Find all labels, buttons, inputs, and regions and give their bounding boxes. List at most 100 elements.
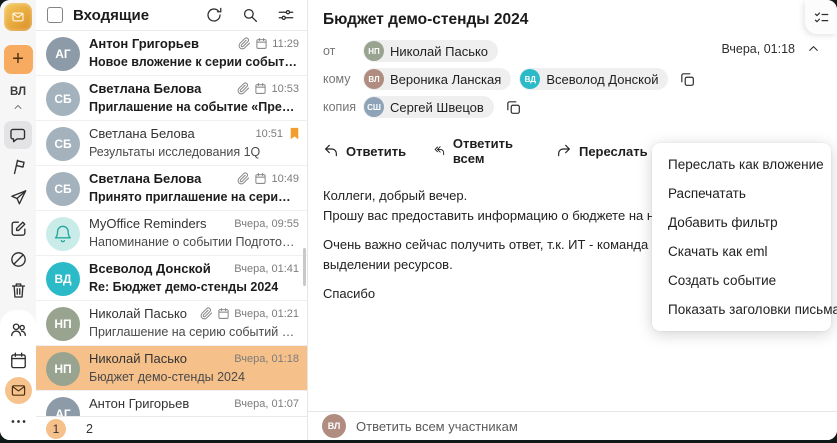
refresh-icon[interactable] bbox=[205, 6, 223, 24]
message-time: 10:49 bbox=[271, 172, 299, 185]
copy-recipients-icon[interactable] bbox=[679, 71, 696, 88]
folder-trash-button[interactable] bbox=[4, 276, 32, 304]
list-item[interactable]: АГ Антон Григорьев 11:29 Новое вложение к с… bbox=[36, 31, 307, 76]
message-subject: Принято приглашение на серию событий «..… bbox=[89, 190, 299, 204]
list-item[interactable]: СБ Светлана Белова 10:51 Результаты исследо… bbox=[36, 121, 307, 166]
sender-name: Николай Пасько bbox=[89, 306, 188, 321]
message-subject: Новое вложение к серии событий «Аналити.… bbox=[89, 55, 299, 69]
people-icon bbox=[9, 320, 28, 339]
calendar-icon bbox=[9, 351, 28, 370]
mail-date: Вчера, 01:18 bbox=[721, 41, 795, 56]
more-apps-button[interactable] bbox=[4, 407, 32, 435]
more-actions-menu: Переслать как вложение Распечатать Добавит… bbox=[652, 143, 837, 331]
block-icon bbox=[9, 250, 28, 269]
list-item[interactable]: НП Николай Пасько Вчера, 01:18 Бюджет демо-… bbox=[36, 346, 307, 391]
message-list-pane: Входящие АГ Антон Григорьев 11:29 Новое вло… bbox=[36, 0, 308, 440]
logo-envelope-icon bbox=[11, 10, 25, 24]
recipient-chip[interactable]: ВД Всеволод Донской bbox=[519, 68, 669, 90]
message-time: 10:51 bbox=[255, 127, 283, 140]
calendar-icon bbox=[254, 82, 267, 95]
from-chips: НП Николай Пасько bbox=[363, 40, 506, 62]
list-item[interactable]: MyOffice Reminders Вчера, 09:55 Напоминани… bbox=[36, 211, 307, 256]
compose-new-button[interactable]: + bbox=[3, 45, 33, 74]
bookmark-flag-icon bbox=[287, 126, 302, 141]
folder-title: Входящие bbox=[73, 6, 150, 24]
account-collapse-icon[interactable] bbox=[12, 101, 24, 113]
checklist-icon bbox=[813, 9, 830, 26]
message-subject: Бюджет демо-стенды 2024 bbox=[89, 370, 245, 384]
select-all-checkbox[interactable] bbox=[47, 7, 63, 23]
menu-item[interactable]: Показать заголовки письма bbox=[652, 295, 837, 324]
folder-flagged-button[interactable] bbox=[4, 152, 32, 180]
inbox-icon bbox=[9, 126, 28, 145]
avatar: ВЛ bbox=[322, 414, 346, 438]
avatar: СБ bbox=[46, 127, 80, 161]
mail-meta: от НП Николай Пасько кому ВЛ Вероника Ланс… bbox=[308, 38, 837, 118]
avatar: ВД bbox=[520, 69, 541, 89]
sender-name: Антон Григорьев bbox=[89, 396, 190, 411]
menu-item[interactable]: Скачать как eml bbox=[652, 237, 831, 266]
copy-cc-icon[interactable] bbox=[505, 99, 522, 116]
search-icon[interactable] bbox=[241, 6, 259, 24]
forward-button[interactable]: Переслать bbox=[556, 143, 648, 159]
message-time: 10:53 bbox=[271, 82, 299, 95]
app-rail: + ВЛ bbox=[0, 0, 36, 440]
app-window: + ВЛ Входящие АГ Антон Григорьев 11:29 Ново… bbox=[0, 0, 837, 440]
list-item[interactable]: НП Николай Пасько Вчера, 01:21 Приглашение … bbox=[36, 301, 307, 346]
list-item[interactable]: СБ Светлана Белова 10:53 Приглашение на соб… bbox=[36, 76, 307, 121]
sender-name: Николай Пасько bbox=[89, 351, 188, 366]
reply-all-icon bbox=[433, 143, 446, 159]
folder-drafts-button[interactable] bbox=[4, 214, 32, 242]
message-time: Вчера, 01:21 bbox=[234, 307, 299, 320]
paperclip-icon bbox=[200, 307, 213, 320]
page-2-button[interactable]: 2 bbox=[86, 422, 93, 436]
reminder-bell-avatar bbox=[46, 217, 80, 251]
page-1-button[interactable]: 1 bbox=[46, 418, 66, 439]
recipient-chip[interactable]: ВЛ Вероника Ланская bbox=[363, 68, 512, 90]
tasks-panel-toggle[interactable] bbox=[805, 0, 837, 34]
recipient-chip[interactable]: НП Николай Пасько bbox=[363, 40, 499, 62]
message-time: Вчера, 01:41 bbox=[234, 262, 299, 275]
folder-inbox-button[interactable] bbox=[4, 121, 32, 149]
reply-all-button[interactable]: Ответить всем bbox=[433, 136, 529, 166]
quick-reply-label: Ответить всем участникам bbox=[356, 418, 518, 434]
list-header: Входящие bbox=[36, 0, 307, 31]
message-time: Вчера, 01:07 bbox=[234, 397, 299, 410]
filter-icon[interactable] bbox=[277, 6, 295, 24]
mail-app-button[interactable] bbox=[4, 377, 32, 404]
quick-reply-bar[interactable]: ВЛ Ответить всем участникам bbox=[308, 411, 837, 440]
list-item[interactable]: ВД Всеволод Донской Вчера, 01:41 Re: Бюджет… bbox=[36, 256, 307, 301]
list-item[interactable]: СБ Светлана Белова 10:49 Принято приглашени… bbox=[36, 166, 307, 211]
app-switcher bbox=[0, 310, 36, 440]
sender-name: Антон Григорьев bbox=[89, 36, 199, 51]
calendar-app-button[interactable] bbox=[4, 346, 32, 374]
recipient-name: Николай Пасько bbox=[390, 43, 489, 59]
from-label: от bbox=[323, 44, 336, 58]
avatar: ВЛ bbox=[364, 69, 384, 89]
avatar: СШ bbox=[364, 97, 384, 117]
forward-icon bbox=[556, 143, 572, 159]
myoffice-mail-logo bbox=[4, 3, 32, 31]
collapse-header-icon[interactable] bbox=[806, 41, 821, 56]
pagination: 1 2 bbox=[36, 416, 307, 440]
list-item[interactable]: АГ Антон Григорьев Вчера, 01:07 bbox=[36, 391, 307, 416]
folder-spam-button[interactable] bbox=[4, 245, 32, 273]
reply-button[interactable]: Ответить bbox=[323, 143, 406, 159]
calendar-icon bbox=[255, 37, 268, 50]
menu-item[interactable]: Добавить фильтр bbox=[652, 208, 831, 237]
recipient-chip[interactable]: СШ Сергей Швецов bbox=[363, 96, 494, 118]
menu-item[interactable]: Создать событие bbox=[652, 266, 831, 295]
menu-item[interactable]: Распечатать bbox=[652, 179, 831, 208]
account-initials[interactable]: ВЛ bbox=[10, 86, 26, 98]
list-scrollbar[interactable] bbox=[303, 248, 306, 286]
avatar: НП bbox=[46, 352, 80, 386]
folder-sent-button[interactable] bbox=[4, 183, 32, 211]
calendar-icon bbox=[254, 172, 267, 185]
mail-subject: Бюджет демо-стенды 2024 bbox=[323, 11, 529, 28]
contacts-app-button[interactable] bbox=[4, 315, 32, 343]
paperclip-icon bbox=[238, 37, 251, 50]
menu-item[interactable]: Переслать как вложение bbox=[652, 150, 831, 179]
avatar: АГ bbox=[46, 397, 80, 416]
sender-name: MyOffice Reminders bbox=[89, 216, 207, 231]
message-subject: Напоминание о событии Подготовить отчет.… bbox=[89, 235, 299, 249]
